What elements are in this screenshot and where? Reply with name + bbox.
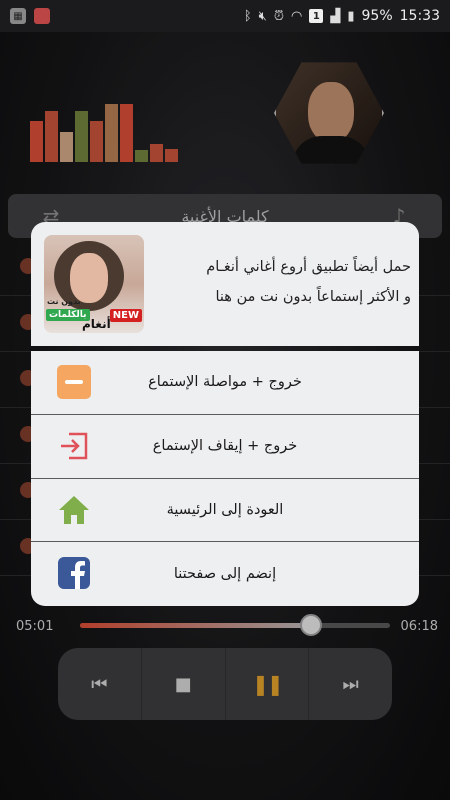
promo-text-line2: و الأكثر إستماعاً بدون نت من هنا [215,289,411,305]
join-facebook-page-button[interactable]: إنضم إلى صفحتنا [31,542,419,606]
notification-badge: 1 [309,9,324,23]
signal-icon: ▟ [330,8,341,24]
promo-text[interactable]: حمل أيضاً تطبيق أروع أغاني أنغـام و الأك… [153,252,411,312]
thumb-offline-label: بدون نت [47,297,81,306]
status-bar: ▦ ᛒ 🔇︎ ⏰︎ ◠ 1 ▟ ▮ 95% 15:33 [0,0,450,32]
thumb-artist-face [70,253,108,303]
back-to-home-button[interactable]: العودة إلى الرئيسية [31,479,419,543]
facebook-icon [57,556,91,590]
dialog-menu: خروج + مواصلة الإستماع خروج + إيقاف الإس… [31,351,419,606]
battery-icon: ▮ [347,8,355,24]
battery-percent: 95% [361,8,393,24]
promo-banner[interactable]: بدون نت بالكلمات NEW أنغام حمل أيضاً تطب… [31,222,419,346]
home-icon [57,493,91,527]
bluetooth-icon: ᛒ [243,8,252,24]
thumb-artist-name: أنغام [82,317,111,331]
exit-continue-listening-button[interactable]: خروج + مواصلة الإستماع [31,351,419,415]
clock: 15:33 [399,8,440,24]
exit-icon [57,429,91,463]
gallery-notification-icon: ▦ [10,8,26,24]
minus-icon [57,365,91,399]
alarm-icon: ⏰︎ [273,8,285,24]
thumb-new-badge: NEW [109,309,142,322]
app-notification-icon [34,8,50,24]
mute-icon: 🔇︎ [258,8,267,24]
wifi-icon: ◠ [291,8,303,24]
exit-stop-listening-button[interactable]: خروج + إيقاف الإستماع [31,415,419,479]
promo-text-line1: حمل أيضاً تطبيق أروع أغاني أنغـام [206,259,411,275]
promo-app-thumbnail[interactable]: بدون نت بالكلمات NEW أنغام [44,235,144,333]
exit-dialog: بدون نت بالكلمات NEW أنغام حمل أيضاً تطب… [31,222,419,606]
